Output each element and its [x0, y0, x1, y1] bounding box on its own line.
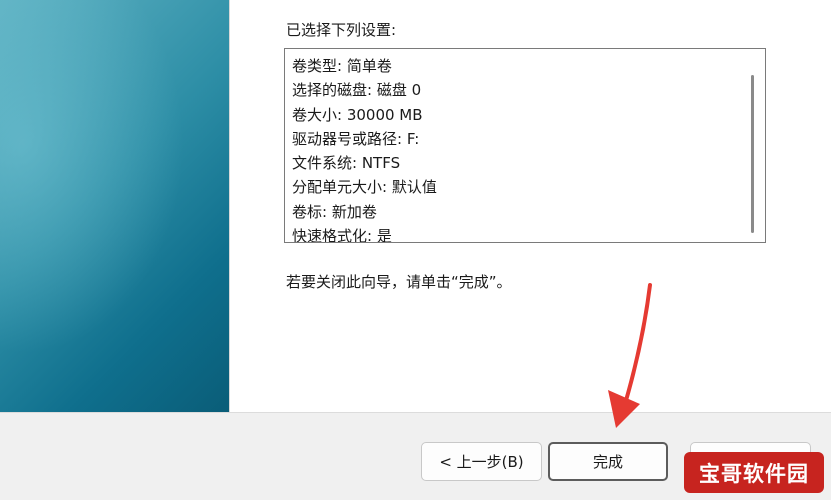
wizard-side-panel: [0, 0, 229, 412]
setting-volume-type: 卷类型: 简单卷: [292, 57, 392, 75]
settings-header: 已选择下列设置:: [286, 21, 397, 39]
settings-scrollbar[interactable]: [751, 75, 754, 233]
setting-drive-letter: 驱动器号或路径: F:: [292, 129, 420, 148]
setting-file-system: 文件系统: NTFS: [292, 154, 401, 173]
settings-summary-box[interactable]: 卷类型: 简单卷 选择的磁盘: 磁盘 0 卷大小: 30000 MB 驱动器号或…: [284, 48, 766, 243]
watermark-logo: 宝哥软件园: [684, 452, 824, 493]
settings-list: 卷类型: 简单卷 选择的磁盘: 磁盘 0 卷大小: 30000 MB 驱动器号或…: [292, 54, 437, 243]
setting-quick-format: 快速格式化: 是: [292, 227, 392, 243]
setting-allocation-unit: 分配单元大小: 默认值: [292, 178, 437, 197]
setting-volume-label: 卷标: 新加卷: [292, 202, 377, 221]
finish-button[interactable]: 完成: [548, 442, 668, 481]
setting-volume-size: 卷大小: 30000 MB: [292, 105, 423, 124]
setting-selected-disk: 选择的磁盘: 磁盘 0: [292, 81, 422, 100]
back-button[interactable]: < 上一步(B): [421, 442, 542, 481]
finish-instruction: 若要关闭此向导，请单击“完成”。: [286, 273, 512, 291]
